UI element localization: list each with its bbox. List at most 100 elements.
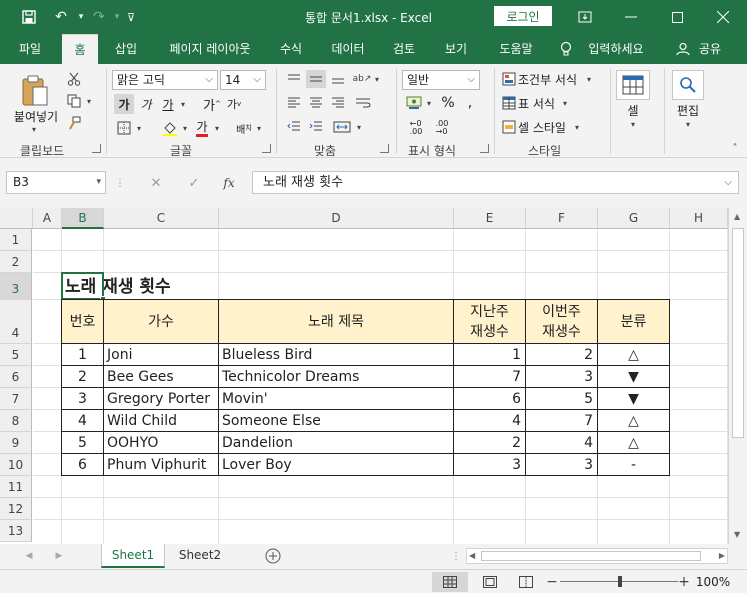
decrease-decimal-icon[interactable]: .00 →0	[430, 118, 454, 138]
header-artist[interactable]: 가수	[103, 299, 219, 344]
sheet-title[interactable]: 노래 재생 횟수	[62, 273, 362, 300]
name-box[interactable]: B3 ▾	[6, 171, 106, 194]
format-as-table-icon[interactable]	[500, 94, 518, 112]
accounting-dropdown-icon[interactable]: ▾	[424, 96, 434, 110]
cells-button[interactable]: 셀	[616, 102, 650, 118]
column-header-f[interactable]: F	[526, 208, 598, 229]
scroll-right-icon[interactable]: ▶	[719, 551, 725, 560]
header-last-week-plays[interactable]: 지난주 재생수	[453, 299, 526, 344]
header-category[interactable]: 분류	[597, 299, 670, 344]
row-header-6[interactable]: 6	[0, 366, 32, 388]
page-break-preview-icon[interactable]	[514, 572, 538, 592]
cell-last-week[interactable]: 2	[453, 431, 526, 454]
conditional-formatting-dropdown-icon[interactable]: ▾	[584, 72, 594, 86]
tab-help[interactable]: 도움말	[488, 34, 544, 64]
row-header-10[interactable]: 10	[0, 454, 32, 476]
cell-styles-button[interactable]: 셀 스타일	[518, 118, 574, 136]
cell-category[interactable]: ▼	[597, 387, 670, 410]
vertical-scrollbar[interactable]: ▲ ▼	[728, 208, 747, 544]
borders-icon[interactable]	[114, 118, 134, 138]
cell-last-week[interactable]: 7	[453, 365, 526, 388]
cell-number[interactable]: 3	[61, 387, 104, 410]
row-header-2[interactable]: 2	[0, 251, 32, 273]
page-layout-view-icon[interactable]	[478, 572, 502, 592]
minimize-icon[interactable]	[608, 0, 654, 34]
italic-icon[interactable]: 가	[136, 94, 156, 114]
undo-icon[interactable]: ↶	[50, 6, 72, 28]
format-as-table-dropdown-icon[interactable]: ▾	[560, 96, 570, 110]
format-painter-icon[interactable]	[64, 114, 84, 132]
increase-decimal-icon[interactable]: ←0.00	[404, 118, 428, 138]
align-top-icon[interactable]	[284, 70, 304, 88]
select-all-corner[interactable]	[0, 208, 33, 229]
vertical-scroll-thumb[interactable]	[732, 228, 744, 438]
cell-last-week[interactable]: 4	[453, 409, 526, 432]
number-format-combo[interactable]: 일반 ⌵	[402, 70, 480, 90]
cell-styles-icon[interactable]	[500, 118, 518, 136]
underline-dropdown-icon[interactable]: ▾	[178, 96, 188, 112]
align-middle-icon[interactable]	[306, 70, 326, 88]
font-color-icon[interactable]: 가	[192, 118, 212, 138]
cell-artist[interactable]: Wild Child	[103, 409, 219, 432]
cell-this-week[interactable]: 4	[525, 431, 598, 454]
row-header-3[interactable]: 3	[0, 273, 32, 300]
cell-category[interactable]: △	[597, 431, 670, 454]
font-size-combo[interactable]: 14 ⌵	[220, 70, 266, 90]
conditional-formatting-icon[interactable]	[500, 70, 518, 88]
tab-data[interactable]: 데이터	[322, 34, 374, 64]
collapse-ribbon-icon[interactable]: ˄	[728, 142, 742, 154]
tab-review[interactable]: 검토	[384, 34, 424, 64]
number-launcher-icon[interactable]	[480, 144, 489, 153]
cell-last-week[interactable]: 1	[453, 343, 526, 366]
zoom-out-icon[interactable]: −	[546, 573, 558, 591]
align-right-icon[interactable]	[328, 94, 348, 112]
cell-song-title[interactable]: Someone Else	[218, 409, 454, 432]
conditional-formatting-button[interactable]: 조건부 서식	[518, 70, 594, 88]
cell-song-title[interactable]: Blueless Bird	[218, 343, 454, 366]
cell-last-week[interactable]: 6	[453, 387, 526, 410]
format-as-table-button[interactable]: 표 서식	[518, 94, 564, 112]
copy-icon[interactable]	[64, 92, 84, 110]
share-button[interactable]: 공유	[694, 34, 726, 64]
clipboard-launcher-icon[interactable]	[92, 144, 101, 153]
header-this-week-plays[interactable]: 이번주 재생수	[525, 299, 598, 344]
cell-song-title[interactable]: Dandelion	[218, 431, 454, 454]
sheet-tab-sheet2[interactable]: Sheet2	[168, 544, 232, 568]
bold-icon[interactable]: 가	[114, 94, 134, 114]
row-header-13[interactable]: 13	[0, 520, 32, 542]
align-center-icon[interactable]	[306, 94, 326, 112]
merge-dropdown-icon[interactable]: ▾	[354, 120, 364, 134]
column-header-h[interactable]: H	[670, 208, 728, 229]
fill-color-icon[interactable]	[160, 118, 180, 138]
tab-formulas[interactable]: 수식	[272, 34, 310, 64]
cell-number[interactable]: 1	[61, 343, 104, 366]
spreadsheet-grid[interactable]: A B C D E F G H 1 2 3 4 5 6 7 8 9 10 11 …	[0, 208, 747, 544]
cell-category[interactable]: ▼	[597, 365, 670, 388]
cell-styles-dropdown-icon[interactable]: ▾	[572, 120, 582, 134]
column-header-b[interactable]: B	[62, 208, 104, 229]
fill-color-dropdown-icon[interactable]: ▾	[180, 120, 190, 136]
merge-center-icon[interactable]	[330, 118, 354, 136]
underline-icon[interactable]: 가	[158, 94, 178, 114]
increase-indent-icon[interactable]	[306, 118, 326, 136]
customize-quick-access-icon[interactable]: ⊽	[120, 6, 142, 28]
cell-artist[interactable]: OOHYO	[103, 431, 219, 454]
column-header-c[interactable]: C	[104, 208, 219, 229]
cell-this-week[interactable]: 7	[525, 409, 598, 432]
align-left-icon[interactable]	[284, 94, 304, 112]
header-song-title[interactable]: 노래 제목	[218, 299, 454, 344]
phonetic-dropdown-icon[interactable]: ▾	[254, 120, 264, 136]
cell-this-week[interactable]: 2	[525, 343, 598, 366]
add-sheet-icon[interactable]	[264, 547, 282, 565]
cell-category[interactable]: △	[597, 409, 670, 432]
tab-page-layout[interactable]: 페이지 레이아웃	[158, 34, 262, 64]
login-button[interactable]: 로그인	[494, 6, 552, 26]
cell-last-week[interactable]: 3	[453, 453, 526, 476]
ribbon-display-options-icon[interactable]	[562, 0, 608, 34]
scroll-left-icon[interactable]: ◀	[469, 551, 475, 560]
tab-file[interactable]: 파일	[8, 34, 52, 64]
header-number[interactable]: 번호	[61, 299, 104, 344]
cells-dropdown-icon[interactable]: ▾	[628, 118, 638, 130]
column-header-e[interactable]: E	[454, 208, 526, 229]
font-launcher-icon[interactable]	[262, 144, 271, 153]
